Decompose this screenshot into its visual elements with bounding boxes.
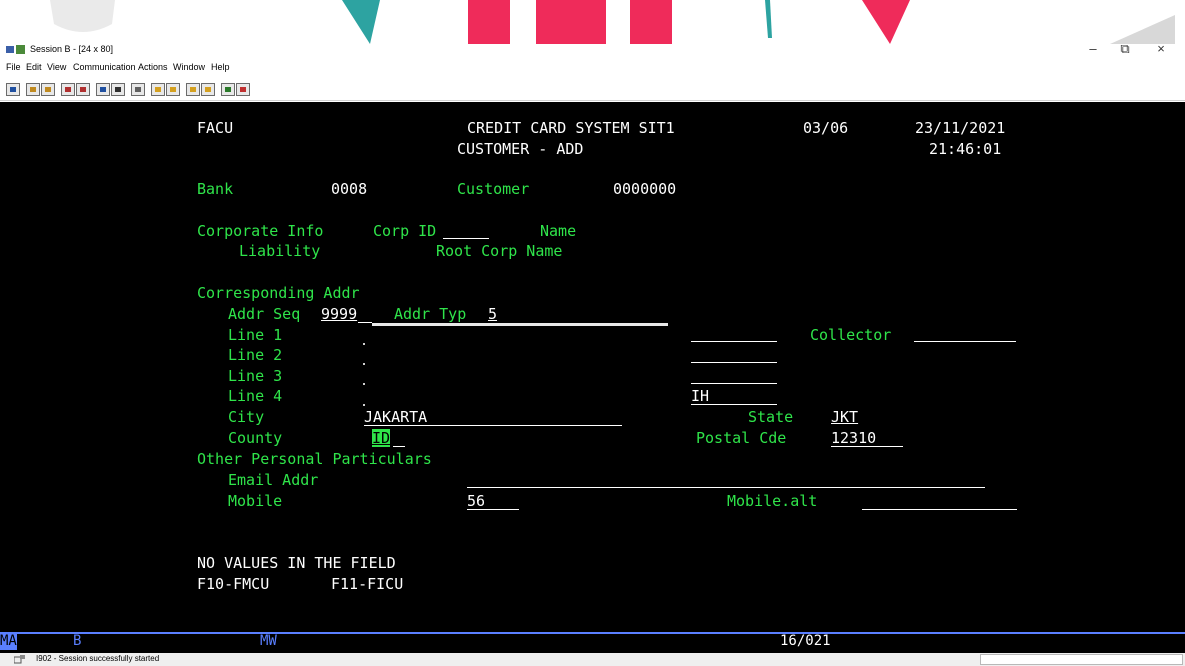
session-status-icon bbox=[14, 655, 25, 664]
display-icon[interactable] bbox=[96, 83, 110, 96]
line1-dot bbox=[363, 343, 365, 345]
city-underline bbox=[364, 425, 622, 426]
corp-id-field[interactable] bbox=[443, 238, 489, 239]
menu-view[interactable]: View bbox=[47, 62, 66, 72]
minimize-button[interactable]: – bbox=[1078, 40, 1108, 58]
screen-title: CUSTOMER - ADD bbox=[457, 140, 584, 158]
line4-dot bbox=[363, 404, 365, 406]
line2-dot bbox=[363, 363, 365, 365]
state-label: State bbox=[748, 408, 794, 426]
record-macro-icon[interactable] bbox=[166, 83, 180, 96]
system-title: CREDIT CARD SYSTEM SIT1 bbox=[467, 119, 675, 137]
restore-button[interactable]: ⧉ bbox=[1110, 40, 1140, 58]
mobile-field[interactable]: 56 bbox=[467, 492, 485, 510]
postal-field[interactable]: 12310 bbox=[831, 429, 876, 447]
customer-value: 0000000 bbox=[613, 180, 677, 198]
pcomm-session-icon bbox=[6, 45, 25, 54]
oia-ma-indicator: MA bbox=[0, 633, 17, 650]
menu-file[interactable]: File bbox=[6, 62, 21, 72]
line4-label: Line 4 bbox=[228, 387, 283, 405]
page-indicator: 03/06 bbox=[803, 119, 849, 137]
corp-name-label: Name bbox=[540, 222, 577, 240]
addr-seq-label: Addr Seq bbox=[228, 305, 301, 323]
bank-label: Bank bbox=[197, 180, 234, 198]
corresponding-addr-label: Corresponding Addr bbox=[197, 284, 360, 302]
bank-value: 0008 bbox=[331, 180, 368, 198]
email-label: Email Addr bbox=[228, 471, 319, 489]
city-field[interactable]: JAKARTA bbox=[364, 408, 427, 426]
line3-label: Line 3 bbox=[228, 367, 283, 385]
menu-actions[interactable]: Actions bbox=[138, 62, 168, 72]
line1-field-masked[interactable] bbox=[372, 323, 668, 326]
collector-label: Collector bbox=[810, 326, 892, 344]
liability-label: Liability bbox=[239, 242, 321, 260]
macro-icon[interactable] bbox=[131, 83, 145, 96]
city-label: City bbox=[228, 408, 265, 426]
title-bar bbox=[0, 40, 1185, 60]
oia-session-indicator: B bbox=[73, 633, 82, 649]
color-icon[interactable] bbox=[221, 83, 235, 96]
root-corp-name-label: Root Corp Name bbox=[436, 242, 563, 260]
postal-underline bbox=[831, 446, 903, 447]
fkey-f10: F10-FMCU bbox=[197, 575, 270, 593]
customer-label: Customer bbox=[457, 180, 530, 198]
corporate-info-label: Corporate Info bbox=[197, 222, 324, 240]
mobile-underline bbox=[467, 509, 519, 510]
line1-ext-field[interactable] bbox=[691, 341, 777, 342]
corp-id-label: Corp ID bbox=[373, 222, 437, 240]
addr-typ-label: Addr Typ bbox=[394, 305, 467, 323]
menu-edit[interactable]: Edit bbox=[26, 62, 42, 72]
line3-ext-field[interactable] bbox=[691, 383, 777, 384]
county-label: County bbox=[228, 429, 283, 447]
postal-label: Postal Cde bbox=[696, 429, 787, 447]
line3-dot bbox=[363, 383, 365, 385]
line1-label: Line 1 bbox=[228, 326, 283, 344]
play-macro-icon[interactable] bbox=[151, 83, 165, 96]
background-banner bbox=[0, 0, 1185, 44]
operator-info-area bbox=[0, 632, 1185, 653]
status-message: I902 - Session successfully started bbox=[36, 654, 160, 663]
program-id: FACU bbox=[197, 119, 234, 137]
menu-window[interactable]: Window bbox=[173, 62, 205, 72]
county-underline bbox=[393, 446, 405, 447]
window-title: Session B - [24 x 80] bbox=[30, 44, 114, 54]
print-screen-icon[interactable] bbox=[6, 83, 20, 96]
receive-file-icon[interactable] bbox=[76, 83, 90, 96]
other-personal-label: Other Personal Particulars bbox=[197, 450, 432, 468]
email-field[interactable] bbox=[467, 487, 985, 488]
help-icon[interactable] bbox=[236, 83, 250, 96]
menu-help[interactable]: Help bbox=[211, 62, 230, 72]
copy-icon[interactable] bbox=[26, 83, 40, 96]
send-file-icon[interactable] bbox=[61, 83, 75, 96]
paste-icon[interactable] bbox=[41, 83, 55, 96]
collector-field[interactable] bbox=[914, 341, 1016, 342]
state-field[interactable]: JKT bbox=[831, 408, 858, 426]
oia-cursor-position: 16/021 bbox=[780, 633, 831, 649]
keyboard-icon[interactable] bbox=[111, 83, 125, 96]
mobile-alt-label: Mobile.alt bbox=[727, 492, 818, 510]
time: 21:46:01 bbox=[929, 140, 1002, 158]
line2-ext-field[interactable] bbox=[691, 362, 777, 363]
mobile-alt-field[interactable] bbox=[862, 509, 1017, 510]
county-field[interactable]: ID bbox=[372, 429, 391, 447]
addr-seq-field[interactable]: 9999 bbox=[321, 305, 357, 323]
addr-seq-underline bbox=[358, 322, 372, 323]
record-stop-icon[interactable] bbox=[186, 83, 200, 96]
paste-macro-icon[interactable] bbox=[201, 83, 215, 96]
line4-ext-field[interactable] bbox=[691, 404, 777, 405]
terminal-screen[interactable] bbox=[0, 102, 1185, 632]
menu-communication[interactable]: Communication bbox=[73, 62, 136, 72]
date: 23/11/2021 bbox=[915, 119, 1006, 137]
mobile-label: Mobile bbox=[228, 492, 283, 510]
status-panel bbox=[980, 654, 1183, 665]
line4-value[interactable]: IH bbox=[691, 387, 709, 405]
close-button[interactable]: × bbox=[1146, 40, 1176, 58]
message-line: NO VALUES IN THE FIELD bbox=[197, 554, 396, 572]
oia-message-waiting: MW bbox=[260, 633, 277, 649]
addr-typ-field[interactable]: 5 bbox=[488, 305, 497, 323]
fkey-f11: F11-FICU bbox=[331, 575, 404, 593]
line2-label: Line 2 bbox=[228, 346, 283, 364]
